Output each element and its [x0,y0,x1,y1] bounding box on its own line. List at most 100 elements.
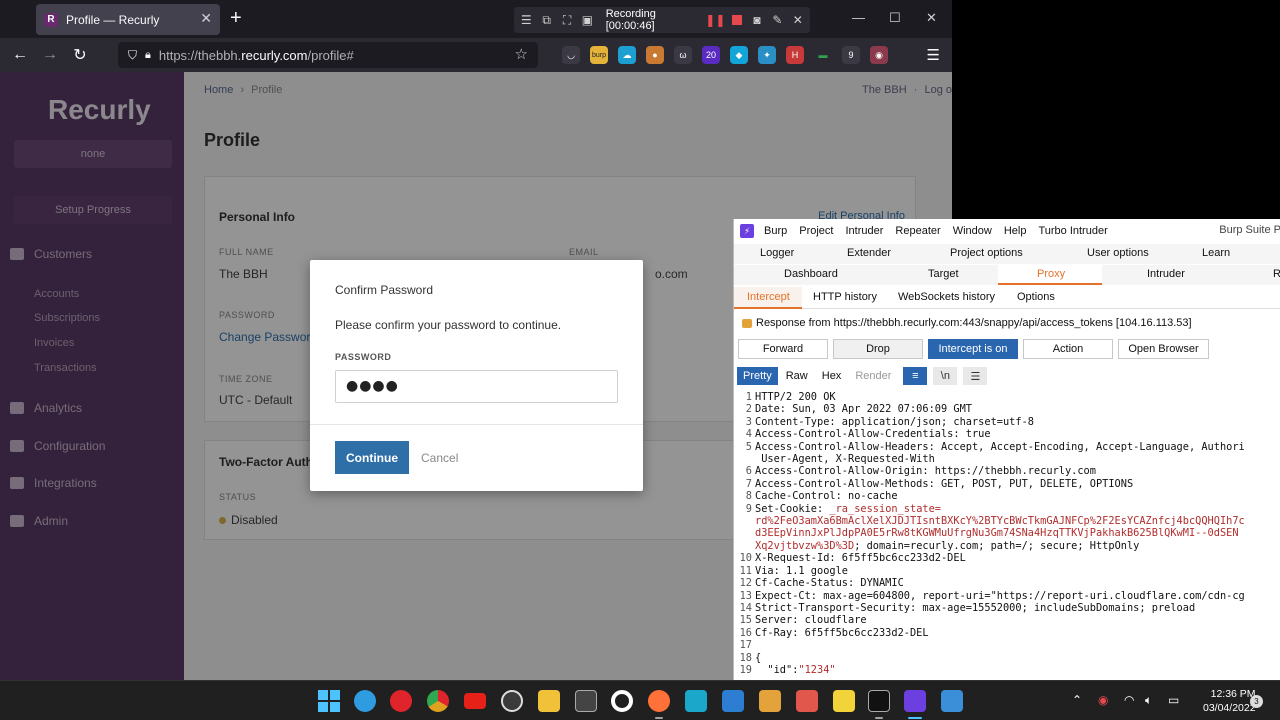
pretty-view-button[interactable]: Pretty [737,367,778,385]
wrap-icon[interactable]: ≡ [903,367,928,385]
shield-icon[interactable]: ⛉ [128,48,137,63]
leaf-icon[interactable]: ▬ [814,46,832,64]
list-icon[interactable]: ☰ [520,13,532,27]
hackbar-icon[interactable]: H [786,46,804,64]
bookmark-star-icon[interactable]: ☆ [515,45,528,63]
menu-project[interactable]: Project [799,225,833,237]
close-tab-icon[interactable]: ✕ [200,10,212,27]
menu-intruder[interactable]: Intruder [846,225,884,237]
lock-icon[interactable]: 🔒︎ [145,49,151,62]
back-icon[interactable]: ← [5,46,35,64]
network-tool-icon[interactable] [759,690,781,712]
windows-start-icon[interactable] [318,690,340,712]
youtube-icon[interactable] [464,693,486,709]
tab-target[interactable]: Target [928,268,959,280]
new-tab-icon[interactable]: + [230,7,242,30]
tab-intruder[interactable]: Intruder [1147,268,1185,280]
forward-button[interactable]: Forward [738,339,828,359]
close-window-icon[interactable]: ✕ [926,10,937,26]
forward-icon[interactable]: → [35,46,65,64]
hamburger-menu-icon[interactable]: ☰ [927,46,940,64]
menu-help[interactable]: Help [1004,225,1027,237]
tab-user-options[interactable]: User options [1087,247,1149,259]
camera-icon[interactable]: ◙ [751,13,763,27]
response-body[interactable]: 1 HTTP/2 200 OK 2 Date: Sun, 03 Apr 2022 07… [734,391,1280,680]
close-recorder-icon[interactable]: ✕ [792,13,804,27]
subtab-options[interactable]: Options [1017,291,1055,303]
render-view-button[interactable]: Render [849,367,897,385]
intercept-toggle-button[interactable]: Intercept is on [928,339,1018,359]
firefox-icon[interactable] [648,690,670,712]
nav-toolbar: ← → ↻ ⛉ 🔒︎ https://thebbh.recurly.com/pr… [0,38,952,72]
hex-view-button[interactable]: Hex [816,367,848,385]
tab-dashboard[interactable]: Dashboard [784,268,838,280]
open-browser-button[interactable]: Open Browser [1118,339,1209,359]
menu-burp[interactable]: Burp [764,225,787,237]
wappalyzer-icon[interactable]: ω [674,46,692,64]
notepad-icon[interactable] [941,690,963,712]
pen-icon[interactable]: ✎ [771,13,783,27]
minimize-icon[interactable]: — [852,10,865,25]
puzzle-icon[interactable]: ✦ [758,46,776,64]
opera-icon[interactable] [390,690,412,712]
pause-icon[interactable]: ❚❚ [705,13,725,27]
terminal-icon[interactable] [575,690,597,712]
notification-badge[interactable]: 3 [1250,695,1263,708]
cancel-link[interactable]: Cancel [421,451,458,465]
wifi-icon[interactable]: ◠ [1124,693,1134,707]
menu-icon[interactable]: ☰ [963,367,988,385]
cube-icon[interactable]: ◆ [730,46,748,64]
pocket-icon[interactable]: ◡ [562,46,580,64]
virtualbox-icon[interactable] [722,690,744,712]
chrome-icon[interactable] [427,690,449,712]
url-bar[interactable]: ⛉ 🔒︎ https://thebbh.recurly.com/profile#… [118,42,538,68]
subtab-websockets-history[interactable]: WebSockets history [898,291,995,303]
obs-icon[interactable] [501,690,523,712]
burp-extension-icon[interactable]: burp [590,46,608,64]
maximize-icon[interactable]: ☐ [889,10,901,26]
tab-proxy[interactable]: Proxy [1037,268,1065,280]
drop-button[interactable]: Drop [833,339,923,359]
raw-view-button[interactable]: Raw [780,367,814,385]
system-clock[interactable]: 12:36 PM 03/04/2022 [1203,687,1256,715]
cmd-icon[interactable] [868,690,890,712]
extension-counter-icon[interactable]: 9 [842,46,860,64]
region-capture-icon[interactable]: ⛶ [561,13,573,27]
subtab-http-history[interactable]: HTTP history [813,291,877,303]
line-number: 14 [739,601,752,614]
window-capture-icon[interactable]: ⧉ [540,13,552,27]
multi-account-icon[interactable]: ◉ [870,46,888,64]
tab-learn[interactable]: Learn [1202,247,1230,259]
continue-button[interactable]: Continue [335,441,409,474]
tray-record-icon[interactable]: ◉ [1098,693,1108,707]
stop-icon[interactable] [730,13,742,27]
screen-capture-icon[interactable]: ▣ [581,13,593,27]
tab-repeater[interactable]: R [1273,268,1280,280]
menu-turbo-intruder[interactable]: Turbo Intruder [1038,225,1107,237]
anydesk-icon[interactable] [796,690,818,712]
line-text: { [755,651,762,664]
action-button[interactable]: Action [1023,339,1113,359]
edge-icon[interactable] [354,690,376,712]
burp-launcher-icon[interactable] [685,690,707,712]
burp-suite-taskbar-icon[interactable] [904,690,926,712]
cloud-icon[interactable]: ☁ [618,46,636,64]
reload-icon[interactable]: ↻ [65,45,95,65]
password-input[interactable]: ●●●● [335,370,618,403]
volume-icon[interactable]: 🔈︎ [1145,693,1152,708]
subtab-intercept[interactable]: Intercept [747,291,790,303]
sticky-notes-icon[interactable] [833,690,855,712]
tab-logger[interactable]: Logger [760,247,794,259]
tab-extender[interactable]: Extender [847,247,891,259]
extension-badge-icon[interactable]: 20 [702,46,720,64]
menu-window[interactable]: Window [953,225,992,237]
battery-icon[interactable]: ▭ [1168,693,1179,707]
file-explorer-icon[interactable] [538,690,560,712]
tray-expand-icon[interactable]: ⌃ [1072,693,1082,707]
browser-tab[interactable]: R Profile — Recurly ✕ [36,4,220,35]
recorder-icon[interactable] [611,690,633,712]
menu-repeater[interactable]: Repeater [895,225,940,237]
tab-project-options[interactable]: Project options [950,247,1023,259]
cookie-icon[interactable]: ● [646,46,664,64]
newline-toggle[interactable]: \n [933,367,958,385]
